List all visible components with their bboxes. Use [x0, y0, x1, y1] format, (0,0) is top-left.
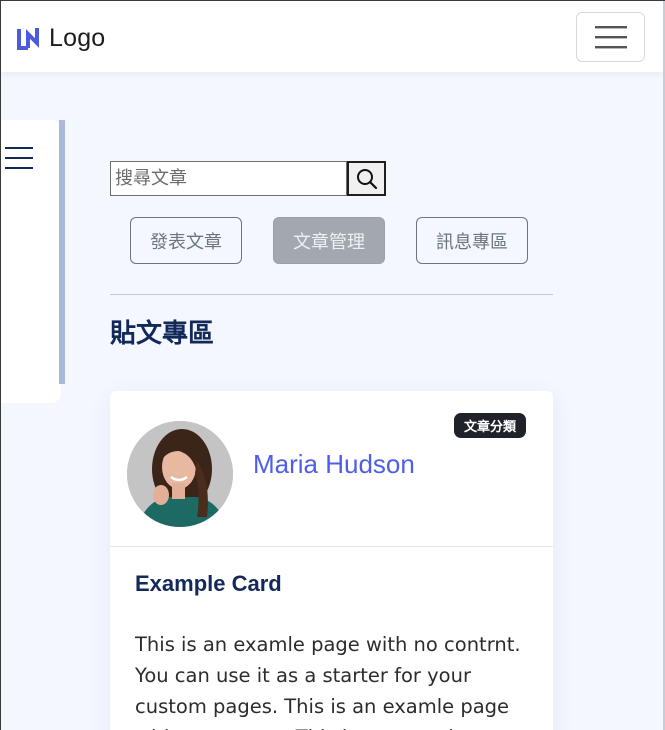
search-button[interactable] [347, 161, 386, 196]
navbar-toggle-button[interactable] [576, 12, 645, 62]
search-input[interactable] [110, 161, 347, 196]
sidebar-menu-icon[interactable] [5, 146, 33, 170]
search-icon [356, 168, 377, 189]
post-article-button[interactable]: 發表文章 [130, 217, 242, 264]
card-body-text: This is an examle page with no contrnt. … [135, 633, 521, 730]
logo[interactable]: Logo [16, 23, 105, 53]
page: Logo 發表文章 文章管理 訊息專區 貼文專區 文章分類 [0, 0, 665, 730]
top-navbar: Logo [1, 1, 663, 72]
logo-mark-icon [17, 28, 39, 50]
category-badge[interactable]: 文章分類 [454, 413, 527, 438]
hamburger-icon [594, 26, 627, 49]
card-divider [110, 546, 553, 547]
messages-button[interactable]: 訊息專區 [416, 217, 528, 264]
section-title: 貼文專區 [110, 319, 215, 349]
manage-articles-button[interactable]: 文章管理 [273, 217, 385, 264]
logo-text: Logo [49, 23, 106, 52]
avatar-photo [127, 421, 233, 527]
divider [110, 294, 553, 295]
card-title: Example Card [135, 571, 282, 596]
sidebar-edge [59, 120, 65, 384]
post-card: 文章分類 Maria Hudson Example Card This is a… [110, 391, 553, 730]
avatar[interactable] [127, 421, 233, 527]
author-name-link[interactable]: Maria Hudson [253, 449, 415, 480]
